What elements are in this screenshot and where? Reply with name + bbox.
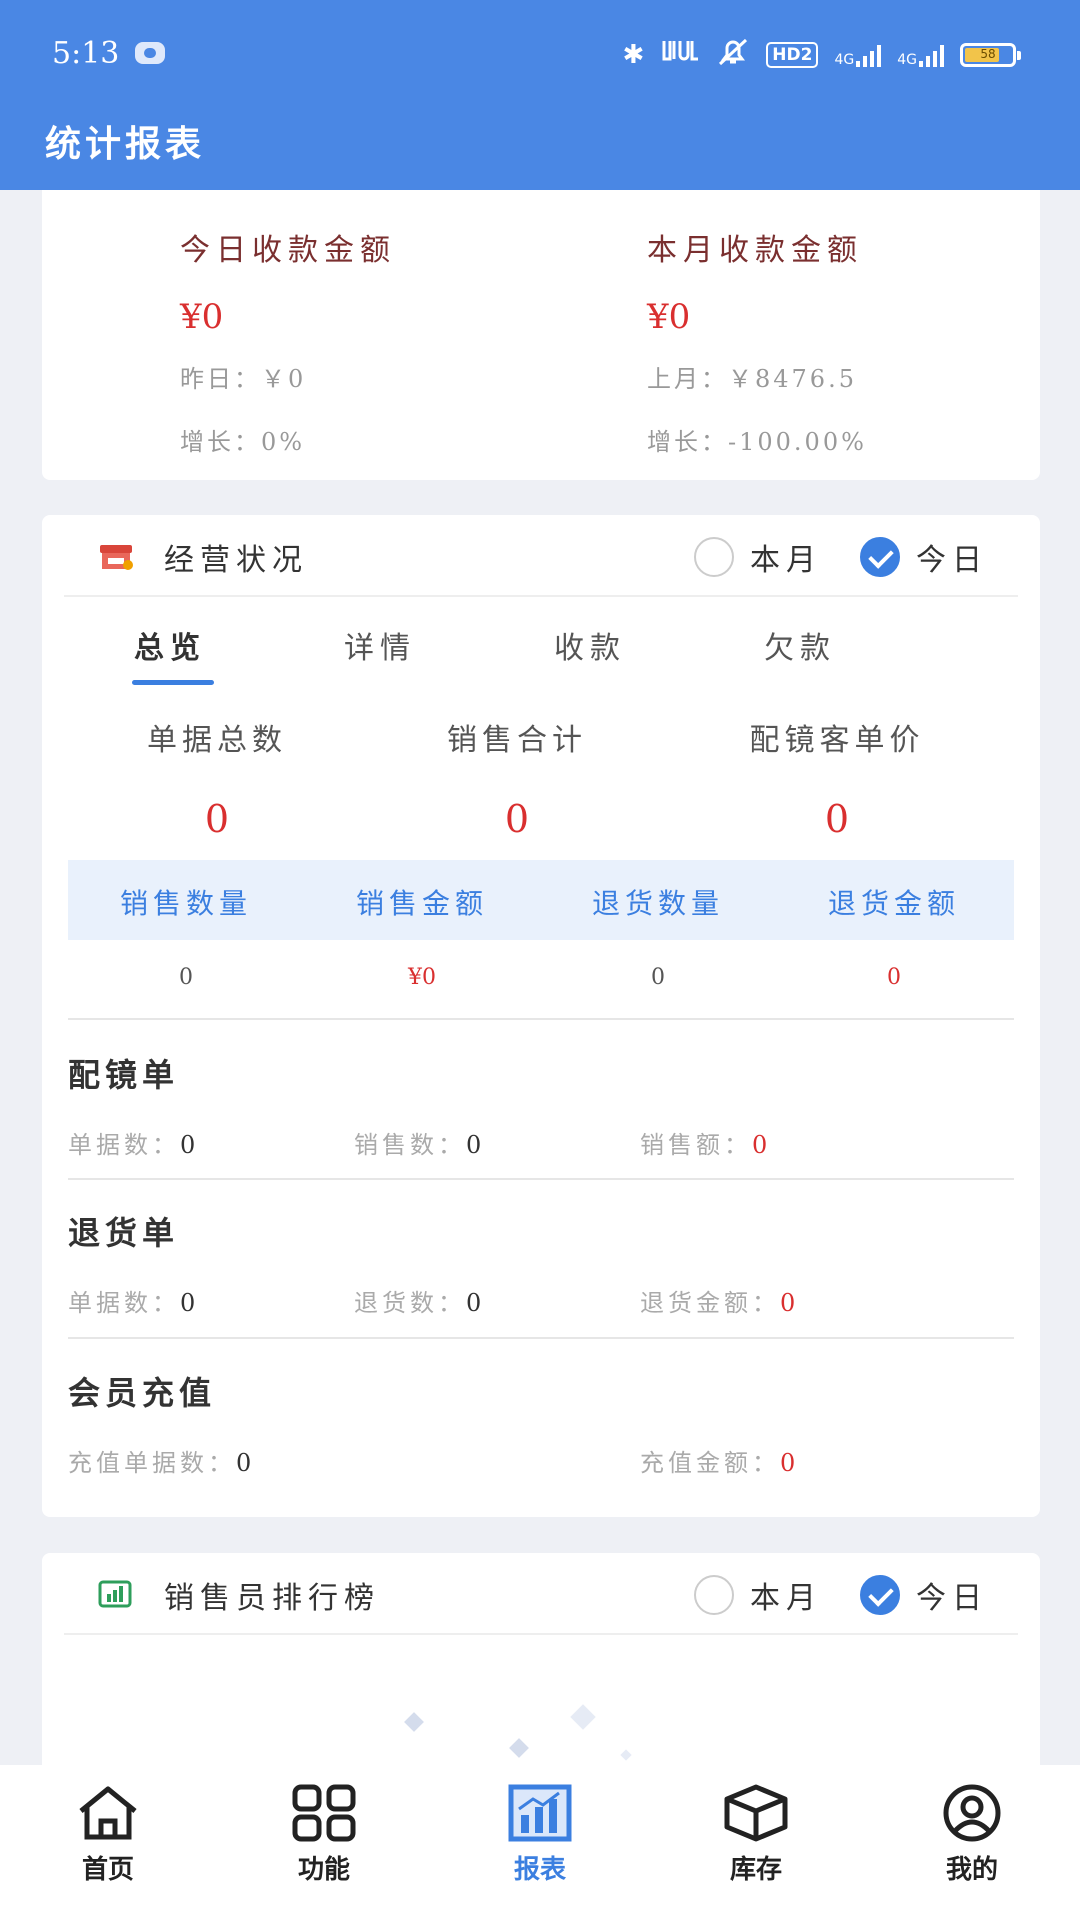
sales-ranking-card: 销售员排行榜 本月 今日 bbox=[42, 1553, 1040, 1773]
td-return-qty: 0 bbox=[651, 965, 665, 990]
kpi-unit-price-value: 0 bbox=[824, 797, 850, 841]
radio-month-label[interactable]: 本月 bbox=[750, 535, 822, 579]
box-icon bbox=[724, 1784, 788, 1842]
kpi-doc-total-label: 单据总数 bbox=[147, 723, 287, 758]
ranking-title: 销售员排行榜 bbox=[164, 1581, 380, 1616]
home-icon bbox=[79, 1786, 137, 1840]
page-title: 统计报表 bbox=[45, 124, 206, 165]
nav-mine[interactable]: 我的 bbox=[902, 1783, 1042, 1886]
nav-inventory-label: 库存 bbox=[729, 1855, 782, 1885]
battery-icon: 58 bbox=[960, 43, 1021, 67]
today-amount: ¥0 bbox=[180, 297, 224, 337]
glasses-sales-count: 销售数：0 bbox=[354, 1131, 486, 1159]
radio-today-label[interactable]: 今日 bbox=[916, 535, 988, 579]
sales-table-header: 销售数量 销售金额 退货数量 退货金额 bbox=[68, 860, 1014, 940]
report-chart-icon bbox=[508, 1784, 572, 1842]
return-order-title: 退货单 bbox=[68, 1214, 180, 1252]
apps-grid-icon bbox=[292, 1784, 356, 1842]
divider bbox=[68, 1337, 1014, 1339]
vibrate-icon bbox=[660, 37, 700, 74]
notification-icon bbox=[135, 42, 165, 64]
ranking-period-selector: 本月 今日 bbox=[694, 1573, 988, 1617]
tab-overview[interactable]: 总览 bbox=[134, 623, 206, 667]
nav-home[interactable]: 首页 bbox=[38, 1783, 178, 1886]
status-time: 5:13 bbox=[52, 36, 120, 71]
status-icons: ✱ HD2 4G 4G 58 bbox=[622, 37, 1021, 74]
recharge-doc-count: 充值单据数：0 bbox=[68, 1449, 256, 1477]
kpi-doc-total-value: 0 bbox=[204, 797, 230, 841]
td-sales-qty: 0 bbox=[179, 965, 193, 990]
tab-debts[interactable]: 欠款 bbox=[764, 623, 836, 667]
active-tab-indicator bbox=[132, 680, 214, 685]
nav-mine-label: 我的 bbox=[945, 1855, 998, 1885]
th-sales-amount: 销售金额 bbox=[355, 887, 488, 920]
glasses-order-title: 配镜单 bbox=[68, 1056, 180, 1094]
kpi-sales-total-value: 0 bbox=[504, 797, 530, 841]
kpi-sales-total-label: 销售合计 bbox=[447, 723, 587, 758]
business-tabs: 总览 详情 收款 欠款 bbox=[42, 623, 1040, 683]
payment-summary-card: 今日收款金额 ¥0 昨日：￥0 增长：0% 本月收款金额 ¥0 上月：￥8476… bbox=[42, 190, 1040, 480]
bottom-navigation: 首页 功能 报表 库存 我的 bbox=[0, 1765, 1080, 1920]
td-return-amount: 0 bbox=[887, 965, 901, 990]
signal-2-icon: 4G bbox=[897, 43, 944, 67]
tab-details[interactable]: 详情 bbox=[344, 623, 416, 667]
loading-dot bbox=[509, 1738, 529, 1758]
radio-today[interactable] bbox=[860, 1575, 900, 1615]
app-header: 5:13 ✱ HD2 4G 4G 58 统计报表 bbox=[0, 0, 1080, 190]
today-growth: 增长：0% bbox=[180, 428, 306, 456]
nav-home-label: 首页 bbox=[81, 1855, 134, 1885]
last-month-amount: 上月：￥8476.5 bbox=[647, 365, 857, 393]
th-return-qty: 退货数量 bbox=[591, 887, 724, 920]
user-profile-icon bbox=[943, 1784, 1001, 1842]
business-period-selector: 本月 今日 bbox=[694, 535, 988, 579]
radio-month[interactable] bbox=[694, 537, 734, 577]
divider bbox=[68, 1178, 1014, 1180]
nav-functions-label: 功能 bbox=[297, 1855, 350, 1885]
nav-inventory[interactable]: 库存 bbox=[686, 1783, 826, 1886]
radio-month-label[interactable]: 本月 bbox=[750, 1573, 822, 1617]
return-doc-count: 单据数：0 bbox=[68, 1289, 200, 1317]
th-return-amount: 退货金额 bbox=[827, 887, 960, 920]
kpi-unit-price-label: 配镜客单价 bbox=[749, 723, 925, 758]
radio-today[interactable] bbox=[860, 537, 900, 577]
month-summary: 本月收款金额 ¥0 上月：￥8476.5 增长：-100.00% bbox=[647, 225, 867, 457]
bluetooth-icon: ✱ bbox=[622, 40, 645, 70]
hd-badge: HD2 bbox=[766, 42, 819, 68]
radio-month[interactable] bbox=[694, 1575, 734, 1615]
business-card-header: 经营状况 本月 今日 bbox=[64, 515, 1018, 597]
shop-icon bbox=[98, 541, 133, 570]
radio-today-label[interactable]: 今日 bbox=[916, 1573, 988, 1617]
nav-functions[interactable]: 功能 bbox=[254, 1783, 394, 1886]
business-status-card: 经营状况 本月 今日 总览 详情 收款 欠款 单据总数 销售合计 配镜客单价 0… bbox=[42, 515, 1040, 1517]
return-qty: 退货数：0 bbox=[354, 1289, 486, 1317]
nav-reports[interactable]: 报表 bbox=[470, 1783, 610, 1886]
month-title: 本月收款金额 bbox=[647, 233, 863, 268]
today-title: 今日收款金额 bbox=[180, 233, 396, 268]
bar-chart-icon bbox=[98, 1579, 132, 1608]
yesterday-amount: 昨日：￥0 bbox=[180, 365, 307, 393]
glasses-doc-count: 单据数：0 bbox=[68, 1131, 200, 1159]
glasses-sales-amount: 销售额：0 bbox=[640, 1131, 772, 1159]
loading-dot bbox=[570, 1704, 596, 1730]
return-amount: 退货金额：0 bbox=[640, 1289, 800, 1317]
ranking-card-header: 销售员排行榜 本月 今日 bbox=[64, 1553, 1018, 1635]
recharge-amount: 充值金额：0 bbox=[640, 1449, 800, 1477]
status-bar: 5:13 ✱ HD2 4G 4G 58 bbox=[0, 0, 1080, 110]
tab-payments[interactable]: 收款 bbox=[554, 623, 626, 667]
th-sales-qty: 销售数量 bbox=[119, 887, 252, 920]
mute-icon bbox=[716, 37, 750, 74]
loading-dot bbox=[404, 1712, 424, 1732]
divider bbox=[68, 1018, 1014, 1020]
month-growth: 增长：-100.00% bbox=[647, 428, 867, 456]
nav-reports-label: 报表 bbox=[513, 1855, 566, 1885]
today-summary: 今日收款金额 ¥0 昨日：￥0 增长：0% bbox=[180, 225, 396, 457]
member-recharge-title: 会员充值 bbox=[68, 1374, 217, 1412]
month-amount: ¥0 bbox=[647, 297, 691, 337]
loading-dot bbox=[620, 1749, 632, 1761]
td-sales-amount: ¥0 bbox=[408, 965, 436, 990]
signal-1-icon: 4G bbox=[834, 43, 882, 67]
business-title: 经营状况 bbox=[164, 543, 308, 578]
